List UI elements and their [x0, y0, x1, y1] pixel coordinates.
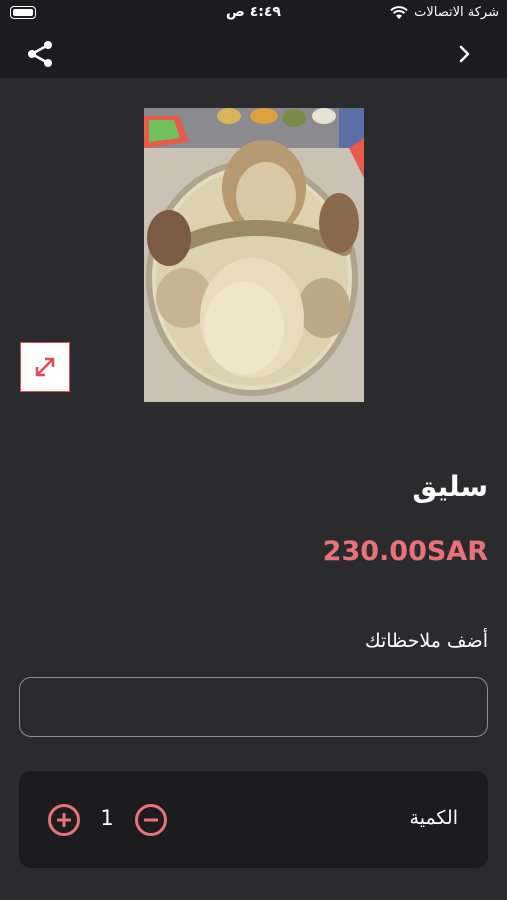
product-title: سليق — [412, 470, 488, 503]
plus-circle-icon[interactable] — [47, 803, 81, 837]
product-image[interactable] — [144, 108, 364, 402]
share-icon[interactable] — [24, 38, 56, 70]
dish-photo — [144, 108, 364, 402]
expand-image-button[interactable] — [20, 342, 70, 392]
carrier-name: شركة الاتصالات — [414, 5, 499, 20]
status-carrier-group: شركة الاتصالات — [390, 5, 499, 20]
expand-arrows-icon — [35, 357, 55, 377]
quantity-value: 1 — [100, 806, 114, 830]
navigation-bar — [0, 30, 507, 78]
chevron-right-icon[interactable] — [455, 42, 475, 66]
notes-input[interactable] — [19, 677, 488, 737]
quantity-label: الكمية — [409, 807, 458, 829]
minus-circle-icon[interactable] — [134, 803, 168, 837]
quantity-card: 1 الكمية — [19, 771, 488, 868]
wifi-icon — [390, 5, 408, 19]
product-price: 230.00SAR — [322, 536, 488, 567]
status-bar: ٤:٤٩ ص شركة الاتصالات — [0, 0, 507, 30]
notes-label: أضف ملاحظاتك — [364, 630, 488, 652]
